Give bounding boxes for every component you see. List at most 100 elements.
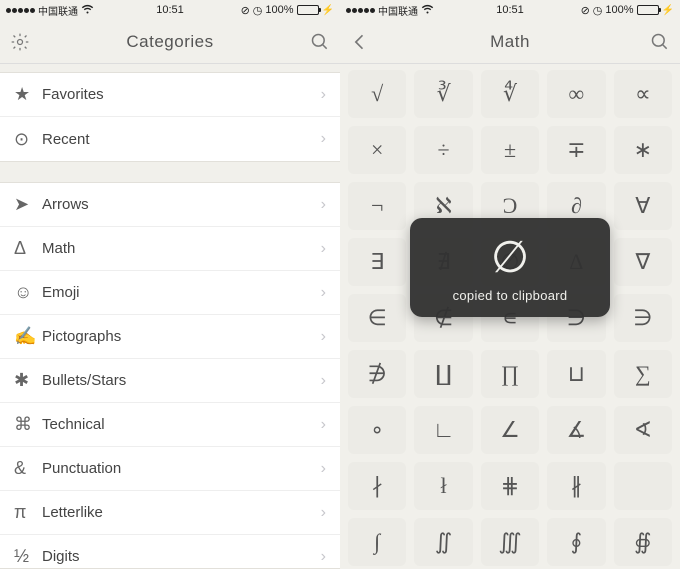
alarm-icon: ⊘: [581, 4, 590, 17]
battery-icon: [637, 5, 659, 15]
chevron-right-icon: ›: [321, 416, 326, 434]
toast-symbol: ∅: [420, 236, 600, 280]
symbol-cell[interactable]: ∬: [414, 518, 472, 566]
symbol-cell[interactable]: ∛: [414, 70, 472, 118]
list-row-bullets-stars[interactable]: ✱Bullets/Stars›: [0, 359, 340, 403]
symbol-cell[interactable]: ∏: [481, 350, 539, 398]
nav-bar: Math: [340, 20, 680, 64]
symbol-cell[interactable]: ∓: [547, 126, 605, 174]
chevron-right-icon: ›: [321, 196, 326, 214]
row-label: Recent: [42, 131, 321, 148]
charging-icon: ⚡: [322, 5, 334, 16]
back-button[interactable]: [350, 32, 380, 52]
clock-icon: ◷: [593, 4, 603, 17]
charging-icon: ⚡: [662, 5, 674, 16]
list-row-emoji[interactable]: ☺Emoji›: [0, 271, 340, 315]
row-icon: ➤: [14, 194, 42, 215]
row-icon: ½: [14, 546, 42, 567]
row-label: Emoji: [42, 284, 321, 301]
symbol-cell[interactable]: ∇: [614, 238, 672, 286]
symbol-cell[interactable]: ∫: [348, 518, 406, 566]
battery-pct: 100%: [605, 4, 633, 16]
symbol-cell[interactable]: ÷: [414, 126, 472, 174]
signal-dots-icon: [6, 8, 35, 13]
status-time: 10:51: [156, 4, 184, 16]
battery-pct: 100%: [265, 4, 293, 16]
symbol-cell[interactable]: ∞: [547, 70, 605, 118]
symbol-cell[interactable]: ∐: [414, 350, 472, 398]
list-row-favorites[interactable]: ★Favorites›: [0, 73, 340, 117]
symbol-cell[interactable]: ∜: [481, 70, 539, 118]
symbol-cell[interactable]: ∯: [614, 518, 672, 566]
list-row-digits[interactable]: ½Digits›: [0, 535, 340, 569]
carrier-label: 中国联通: [38, 3, 78, 18]
symbol-cell[interactable]: ∟: [414, 406, 472, 454]
symbol-cell[interactable]: ł: [414, 462, 472, 510]
symbol-cell[interactable]: ±: [481, 126, 539, 174]
list-row-pictographs[interactable]: ✍Pictographs›: [0, 315, 340, 359]
symbol-cell[interactable]: ∃: [348, 238, 406, 286]
battery-icon: [297, 5, 319, 15]
chevron-right-icon: ›: [321, 86, 326, 104]
row-icon: ✱: [14, 370, 42, 391]
symbol-cell[interactable]: ∝: [614, 70, 672, 118]
row-label: Digits: [42, 548, 321, 565]
top-list: ★Favorites›⊙Recent›: [0, 72, 340, 162]
symbol-cell[interactable]: ∤: [348, 462, 406, 510]
list-row-recent[interactable]: ⊙Recent›: [0, 117, 340, 161]
row-label: Math: [42, 240, 321, 257]
symbol-cell[interactable]: ¬: [348, 182, 406, 230]
symbol-cell[interactable]: ∭: [481, 518, 539, 566]
row-icon: Δ: [14, 238, 42, 259]
status-bar: 中国联通 10:51 ⊘ ◷ 100% ⚡: [340, 0, 680, 20]
list-row-arrows[interactable]: ➤Arrows›: [0, 183, 340, 227]
settings-button[interactable]: [10, 32, 40, 52]
chevron-right-icon: ›: [321, 240, 326, 258]
clock-icon: ◷: [253, 4, 263, 17]
symbol-cell[interactable]: ∢: [614, 406, 672, 454]
row-label: Bullets/Stars: [42, 372, 321, 389]
signal-dots-icon: [346, 8, 375, 13]
chevron-right-icon: ›: [321, 328, 326, 346]
status-bar: 中国联通 10:51 ⊘ ◷ 100% ⚡: [0, 0, 340, 20]
row-label: Arrows: [42, 196, 321, 213]
symbol-cell[interactable]: ∑: [614, 350, 672, 398]
row-icon: ⌘: [14, 414, 42, 435]
row-label: Technical: [42, 416, 321, 433]
chevron-right-icon: ›: [321, 130, 326, 148]
copied-toast: ∅ copied to clipboard: [410, 218, 610, 317]
toast-text: copied to clipboard: [420, 288, 600, 303]
list-row-technical[interactable]: ⌘Technical›: [0, 403, 340, 447]
symbol-cell[interactable]: ⋕: [481, 462, 539, 510]
search-button[interactable]: [300, 32, 330, 52]
symbol-cell[interactable]: ∀: [614, 182, 672, 230]
categories-screen: 中国联通 10:51 ⊘ ◷ 100% ⚡ Categories ★Favori…: [0, 0, 340, 569]
symbol-cell[interactable]: ∡: [547, 406, 605, 454]
chevron-right-icon: ›: [321, 284, 326, 302]
row-icon: ☺: [14, 282, 42, 303]
search-button[interactable]: [640, 32, 670, 52]
symbol-cell[interactable]: ∋: [614, 294, 672, 342]
list-row-letterlike[interactable]: πLetterlike›: [0, 491, 340, 535]
list-row-punctuation[interactable]: &Punctuation›: [0, 447, 340, 491]
symbol-cell[interactable]: [614, 462, 672, 510]
symbol-cell[interactable]: √: [348, 70, 406, 118]
symbol-cell[interactable]: ×: [348, 126, 406, 174]
symbol-cell[interactable]: ∮: [547, 518, 605, 566]
wifi-icon: [421, 4, 434, 17]
symbol-cell[interactable]: ∈: [348, 294, 406, 342]
symbol-cell[interactable]: ∠: [481, 406, 539, 454]
list-row-math[interactable]: ΔMath›: [0, 227, 340, 271]
symbol-cell[interactable]: ∦: [547, 462, 605, 510]
math-screen: 中国联通 10:51 ⊘ ◷ 100% ⚡ Math √∛∜∞∝×÷±∓∗¬ℵƆ…: [340, 0, 680, 569]
nav-title: Categories: [126, 32, 213, 52]
chevron-right-icon: ›: [321, 372, 326, 390]
row-label: Favorites: [42, 86, 321, 103]
symbol-grid: √∛∜∞∝×÷±∓∗¬ℵƆ∂∀∃∄∅∆∇∈∉∊∋∋∌∐∏⊔∑∘∟∠∡∢∤ł⋕∦∫…: [348, 70, 672, 566]
symbol-cell[interactable]: ∌: [348, 350, 406, 398]
chevron-right-icon: ›: [321, 548, 326, 566]
alarm-icon: ⊘: [241, 4, 250, 17]
symbol-cell[interactable]: ∘: [348, 406, 406, 454]
symbol-cell[interactable]: ∗: [614, 126, 672, 174]
symbol-cell[interactable]: ⊔: [547, 350, 605, 398]
